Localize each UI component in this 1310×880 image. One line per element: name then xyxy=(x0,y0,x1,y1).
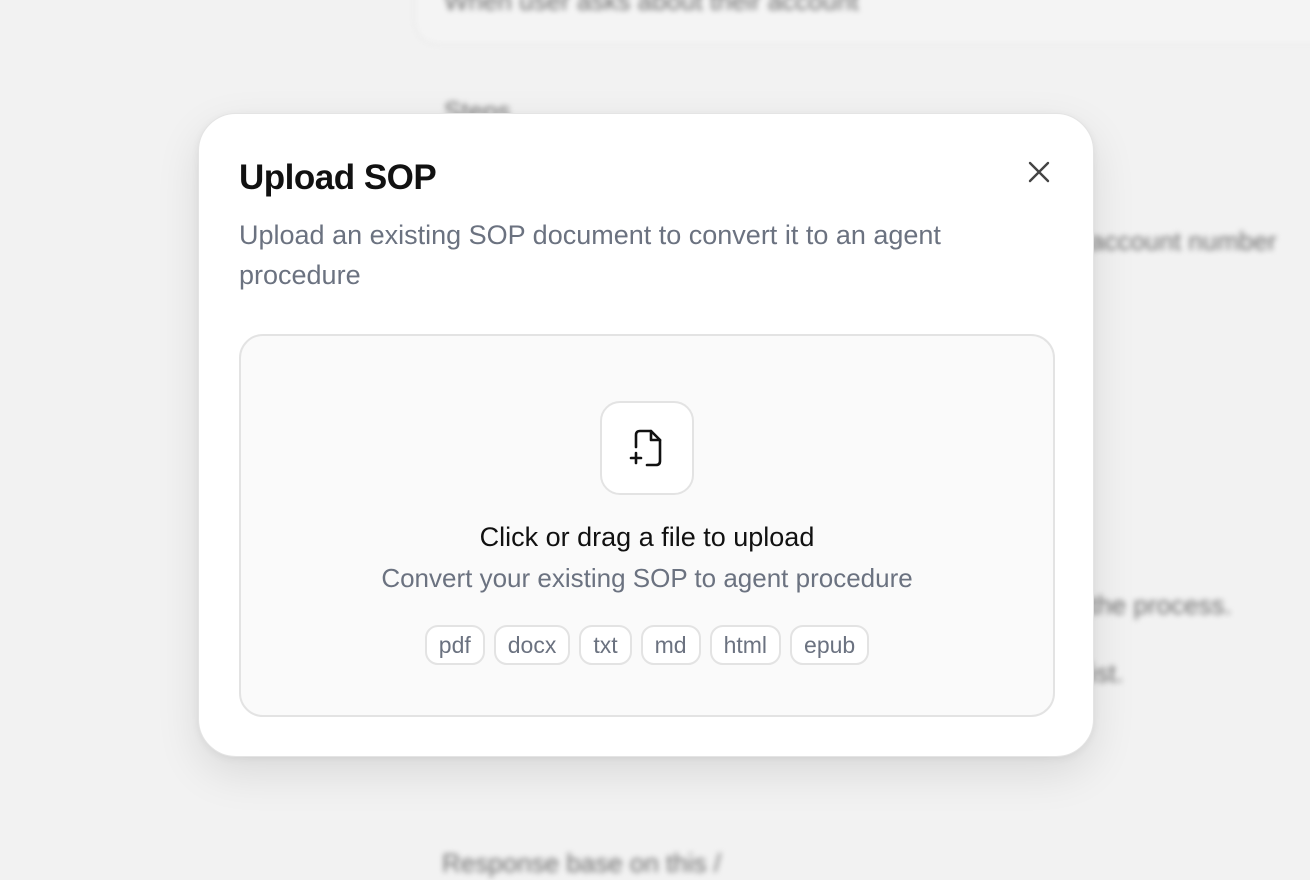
background-text: When user asks about their account xyxy=(444,0,859,16)
dialog-subtitle: Upload an existing SOP document to conve… xyxy=(239,220,941,290)
background-text: ist. xyxy=(1090,658,1124,688)
file-plus-icon xyxy=(629,428,665,468)
format-chip-md: md xyxy=(640,625,701,665)
background-text: the process. xyxy=(1090,590,1232,620)
supported-formats: pdf docx txt md html epub xyxy=(241,625,1053,665)
file-icon-box xyxy=(600,401,694,495)
format-chip-epub: epub xyxy=(790,625,870,665)
close-icon xyxy=(1027,160,1051,184)
format-chip-pdf: pdf xyxy=(424,625,485,665)
dialog-title: Upload SOP xyxy=(239,158,437,197)
format-chip-docx: docx xyxy=(493,625,571,665)
dropzone-subtitle: Convert your existing SOP to agent proce… xyxy=(381,563,913,593)
dropzone-title: Click or drag a file to upload xyxy=(479,522,815,552)
file-dropzone[interactable]: Click or drag a file to upload Convert y… xyxy=(239,334,1055,717)
background-text: account number xyxy=(1090,226,1277,256)
close-button[interactable] xyxy=(1017,150,1061,194)
upload-sop-dialog: Upload SOP Upload an existing SOP docume… xyxy=(198,113,1094,757)
format-chip-html: html xyxy=(709,625,782,665)
background-text: Response base on this / xyxy=(442,848,721,878)
format-chip-txt: txt xyxy=(579,625,632,665)
